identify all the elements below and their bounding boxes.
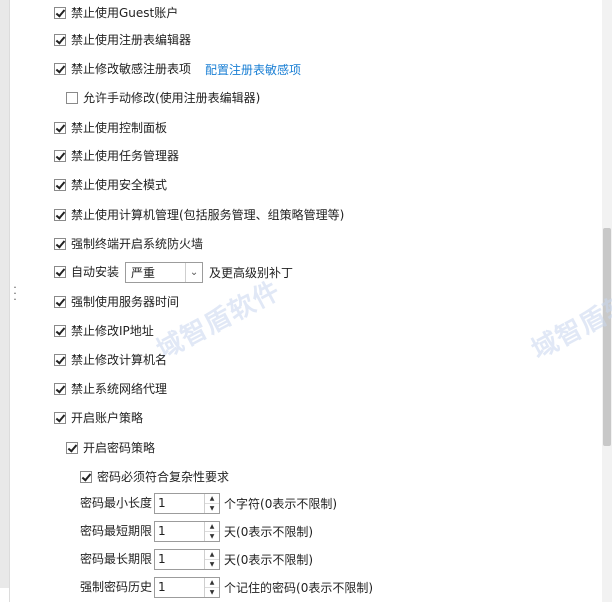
option-disable-computer-mgmt[interactable]: 禁止使用计算机管理(包括服务管理、组策略管理等) [54,205,344,225]
checkbox[interactable] [54,266,66,278]
chevron-down-icon[interactable]: ⌄ [185,262,202,282]
option-account-policy[interactable]: 开启账户策略 [54,408,143,428]
checkbox[interactable] [54,7,66,19]
checkbox[interactable] [66,92,78,104]
checkbox[interactable] [54,34,66,46]
option-label: 禁止使用控制面板 [71,121,168,135]
stepper-value[interactable]: 1 [155,496,204,510]
option-auto-install[interactable]: 自动安装 严重 ⌄ 及更高级别补丁 [54,261,294,283]
field-suffix: 个字符(0表示不限制) [224,496,338,511]
scrollbar-thumb[interactable] [603,228,611,446]
option-label: 禁止修改计算机名 [71,353,168,367]
field-label: 密码最长期限 [80,552,153,566]
field-label: 密码最小长度 [80,496,153,510]
option-label: 密码必须符合复杂性要求 [97,470,230,484]
checkbox[interactable] [54,122,66,134]
stepper-down-icon[interactable]: ▼ [205,560,219,569]
min-age-stepper[interactable]: 1 ▲ ▼ [154,520,221,542]
option-disable-control-panel[interactable]: 禁止使用控制面板 [54,118,167,138]
watermark-right: 域智盾软件 [527,275,612,366]
checkbox[interactable] [80,471,92,483]
checkbox[interactable] [54,354,66,366]
option-label: 允许手动修改(使用注册表编辑器) [83,91,261,105]
field-suffix: 个记住的密码(0表示不限制) [224,580,374,595]
configure-sensitive-reg-link[interactable]: 配置注册表敏感项 [205,61,301,78]
field-min-length: 密码最小长度 1 ▲ ▼ 个字符(0表示不限制) [80,492,337,514]
field-suffix: 天(0表示不限制) [224,524,314,539]
field-min-age: 密码最短期限 1 ▲ ▼ 天(0表示不限制) [80,520,313,542]
option-label: 禁止使用Guest账户 [71,6,179,20]
checkbox[interactable] [54,325,66,337]
severity-select[interactable]: 严重 ⌄ [125,261,204,283]
stepper-value[interactable]: 1 [155,552,204,566]
stepper-down-icon[interactable]: ▼ [205,532,219,541]
option-label: 禁止使用安全模式 [71,178,168,192]
option-force-server-time[interactable]: 强制使用服务器时间 [54,292,179,312]
option-disable-regedit[interactable]: 禁止使用注册表编辑器 [54,30,191,50]
watermark-center: 域智盾软件 [152,275,286,366]
option-label: 禁止使用任务管理器 [71,149,180,163]
option-force-firewall[interactable]: 强制终端开启系统防火墙 [54,234,203,254]
stepper-value[interactable]: 1 [155,524,204,538]
option-label: 开启密码策略 [83,441,156,455]
option-disable-sensitive-reg[interactable]: 禁止修改敏感注册表项 配置注册表敏感项 [54,59,301,79]
stepper-down-icon[interactable]: ▼ [205,504,219,513]
option-disable-safe-mode[interactable]: 禁止使用安全模式 [54,175,167,195]
stepper-up-icon[interactable]: ▲ [205,578,220,588]
option-label: 强制终端开启系统防火墙 [71,237,204,251]
field-max-age: 密码最长期限 1 ▲ ▼ 天(0表示不限制) [80,548,313,570]
stepper-down-icon[interactable]: ▼ [205,588,219,597]
field-label: 强制密码历史 [80,580,153,594]
option-label: 开启账户策略 [71,411,144,425]
stepper-up-icon[interactable]: ▲ [205,494,220,504]
stepper-up-icon[interactable]: ▲ [205,522,220,532]
option-disable-rename[interactable]: 禁止修改计算机名 [54,350,167,370]
vertical-scrollbar[interactable] [602,0,612,602]
option-label: 禁止使用注册表编辑器 [71,33,192,47]
option-label: 禁止修改IP地址 [71,324,154,338]
checkbox[interactable] [54,150,66,162]
history-stepper[interactable]: 1 ▲ ▼ [154,576,221,598]
option-label: 禁止系统网络代理 [71,382,168,396]
left-panel-strip [0,0,10,602]
checkbox[interactable] [54,383,66,395]
auto-install-suffix: 及更高级别补丁 [209,265,294,280]
option-disable-proxy[interactable]: 禁止系统网络代理 [54,379,167,399]
min-length-stepper[interactable]: 1 ▲ ▼ [154,492,221,514]
option-allow-manual[interactable]: 允许手动修改(使用注册表编辑器) [66,88,260,108]
option-password-policy[interactable]: 开启密码策略 [66,438,155,458]
field-suffix: 天(0表示不限制) [224,552,314,567]
option-complexity[interactable]: 密码必须符合复杂性要求 [80,467,229,487]
option-disable-guest[interactable]: 禁止使用Guest账户 [54,3,178,23]
option-disable-task-manager[interactable]: 禁止使用任务管理器 [54,146,179,166]
option-label: 强制使用服务器时间 [71,295,180,309]
option-label: 禁止使用计算机管理(包括服务管理、组策略管理等) [71,208,345,222]
checkbox[interactable] [54,209,66,221]
checkbox[interactable] [54,63,66,75]
option-label: 自动安装 [71,265,120,279]
checkbox[interactable] [54,296,66,308]
stepper-value[interactable]: 1 [155,580,204,594]
stepper-up-icon[interactable]: ▲ [205,550,220,560]
checkbox[interactable] [54,412,66,424]
field-history: 强制密码历史 1 ▲ ▼ 个记住的密码(0表示不限制) [80,576,373,598]
max-age-stepper[interactable]: 1 ▲ ▼ [154,548,221,570]
checkbox[interactable] [66,442,78,454]
severity-value: 严重 [131,265,156,280]
option-disable-ip-change[interactable]: 禁止修改IP地址 [54,321,154,341]
splitter-grip-icon[interactable]: · · · [12,282,18,305]
left-strip-gap [0,588,9,602]
field-label: 密码最短期限 [80,524,153,538]
option-label: 禁止修改敏感注册表项 [71,62,192,76]
checkbox[interactable] [54,179,66,191]
checkbox[interactable] [54,238,66,250]
